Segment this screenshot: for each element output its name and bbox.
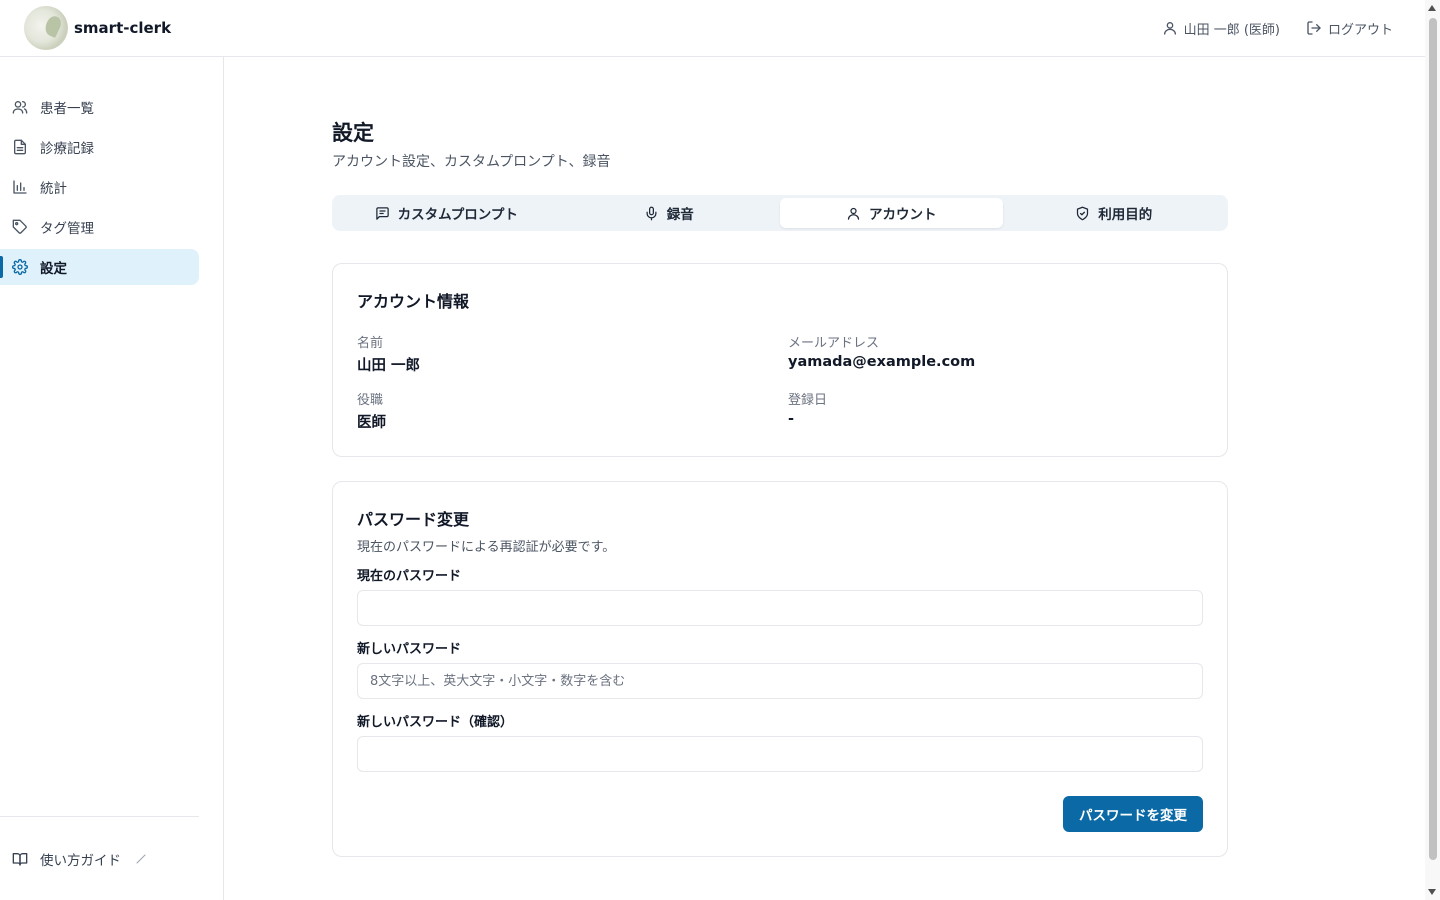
scroll-thumb[interactable] <box>1429 18 1437 860</box>
user-label: 山田 一郎 (医師) <box>1183 22 1280 38</box>
account-info-title: アカウント情報 <box>357 292 470 311</box>
sidebar-item-records[interactable]: 診療記録 <box>0 129 199 165</box>
sidebar-item-label: 患者一覧 <box>40 101 94 117</box>
header-actions: 山田 一郎 (医師) ログアウト <box>1162 19 1393 38</box>
mic-icon <box>646 206 657 220</box>
logout-icon <box>1307 21 1321 35</box>
account-info-card: アカウント情報 名前 山田 一郎 メールアドレス yamada@example.… <box>332 263 1228 457</box>
settings-tabs: カスタムプロンプト 録音 アカウント 利用目的 <box>332 195 1228 231</box>
bar-chart-icon <box>13 180 27 194</box>
password-change-card: パスワード変更 現在のパスワードによる再認証が必要です。 現在のパスワード 新し… <box>332 481 1228 857</box>
info-registered: 登録日 - <box>788 389 1203 432</box>
tab-account[interactable]: アカウント <box>780 198 1003 228</box>
new-password-input[interactable] <box>357 663 1203 699</box>
current-password-label: 現在のパスワード <box>357 569 462 584</box>
guide-label: 使い方ガイド <box>40 852 121 869</box>
users-icon <box>12 101 28 114</box>
confirm-password-input[interactable] <box>357 736 1203 772</box>
tab-label: アカウント <box>869 207 937 223</box>
page-subtitle: アカウント設定、カスタムプロンプト、録音 <box>332 154 611 170</box>
sidebar-item-label: 診療記録 <box>40 141 94 157</box>
book-open-icon <box>12 852 28 866</box>
logout-button[interactable]: ログアウト <box>1306 19 1393 38</box>
tab-purpose[interactable]: 利用目的 <box>1003 198 1226 228</box>
message-square-icon <box>375 206 389 220</box>
info-role: 役職 医師 <box>357 389 788 432</box>
shield-check-icon <box>1077 206 1089 220</box>
user-icon <box>1163 22 1176 35</box>
account-info-grid: 名前 山田 一郎 メールアドレス yamada@example.com 役職 医… <box>357 332 1203 432</box>
tab-recording[interactable]: 録音 <box>558 198 781 228</box>
sidebar-nav: 患者一覧 診療記録 統計 タグ管理 設定 <box>0 57 223 285</box>
guide-link[interactable]: 使い方ガイド <box>0 816 199 900</box>
user-menu[interactable]: 山田 一郎 (医師) <box>1162 19 1280 38</box>
scroll-up-arrow[interactable] <box>1428 5 1436 11</box>
scroll-down-arrow[interactable] <box>1428 889 1436 895</box>
sidebar-item-patients[interactable]: 患者一覧 <box>0 89 199 125</box>
info-label: メールアドレス <box>788 336 880 351</box>
tab-label: カスタムプロンプト <box>397 207 518 223</box>
file-text-icon <box>14 139 26 155</box>
info-value: 医師 <box>357 415 386 431</box>
logout-label: ログアウト <box>1327 22 1393 38</box>
top-bar: smart-clerk 山田 一郎 (医師) ログアウト <box>0 0 1425 57</box>
tab-label: 録音 <box>666 207 694 223</box>
sidebar-item-label: 設定 <box>40 261 67 277</box>
gear-icon <box>12 259 28 275</box>
password-change-title: パスワード変更 <box>357 510 470 529</box>
main-content: 設定 アカウント設定、カスタムプロンプト、録音 カスタムプロンプト 録音 アカウ… <box>332 57 1228 857</box>
tab-custom-prompt[interactable]: カスタムプロンプト <box>335 198 558 228</box>
sidebar: 患者一覧 診療記録 統計 タグ管理 設定 使い方ガイド <box>0 57 224 900</box>
external-link-icon <box>136 854 146 863</box>
confirm-password-label: 新しいパスワード（確認） <box>357 715 514 730</box>
sidebar-item-stats[interactable]: 統計 <box>0 169 199 205</box>
current-password-input[interactable] <box>357 590 1203 626</box>
sidebar-item-label: 統計 <box>40 181 67 197</box>
password-actions: パスワードを変更 <box>357 796 1203 832</box>
logo[interactable] <box>24 6 68 50</box>
scrollbar[interactable] <box>1425 0 1440 900</box>
info-label: 登録日 <box>788 393 828 408</box>
info-value: 山田 一郎 <box>357 358 421 374</box>
sidebar-item-label: タグ管理 <box>40 221 94 237</box>
info-email: メールアドレス yamada@example.com <box>788 332 1203 375</box>
tab-label: 利用目的 <box>1098 207 1153 223</box>
sidebar-item-tags[interactable]: タグ管理 <box>0 209 199 245</box>
change-password-button[interactable]: パスワードを変更 <box>1063 796 1203 832</box>
password-change-description: 現在のパスワードによる再認証が必要です。 <box>357 540 616 555</box>
new-password-label: 新しいパスワード <box>357 642 462 657</box>
info-value: - <box>788 411 795 427</box>
info-label: 名前 <box>357 336 384 351</box>
info-value: yamada@example.com <box>788 354 976 370</box>
page-title: 設定 <box>332 121 374 145</box>
tag-icon <box>12 219 27 234</box>
info-name: 名前 山田 一郎 <box>357 332 788 375</box>
user-icon <box>847 207 860 220</box>
brand-name[interactable]: smart-clerk <box>74 19 171 37</box>
info-label: 役職 <box>357 393 384 408</box>
sidebar-item-settings[interactable]: 設定 <box>0 249 199 285</box>
